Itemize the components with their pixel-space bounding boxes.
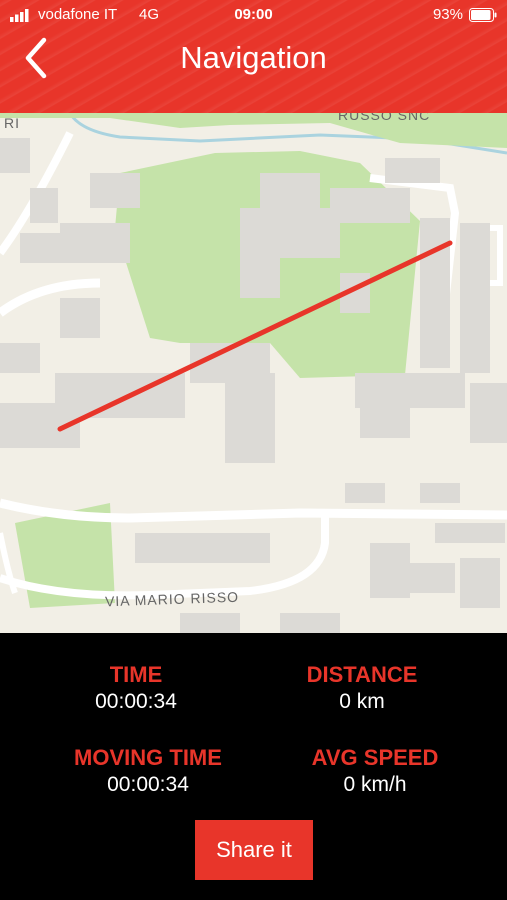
route-map[interactable]: RI RUSSO SNC VIA MARIO RISSO [0, 113, 507, 633]
stat-avg-speed-label: AVG SPEED [311, 745, 439, 770]
share-button[interactable]: Share it [195, 820, 313, 880]
map-canvas [0, 113, 507, 633]
stat-distance: DISTANCE 0 km [252, 662, 472, 714]
battery-percentage: 93% [432, 6, 463, 23]
stat-time: TIME 00:00:34 [26, 662, 246, 714]
battery-icon [469, 8, 497, 22]
stat-time-label: TIME [109, 662, 163, 687]
stat-avg-speed-value: 0 km/h [343, 773, 407, 796]
stat-distance-value: 0 km [339, 690, 385, 713]
page-title: Navigation [180, 40, 327, 75]
stat-distance-label: DISTANCE [306, 662, 418, 687]
stat-moving-time-value: 00:00:34 [107, 773, 189, 796]
map-label-top-left: RI [4, 115, 20, 131]
status-bar: vodafone IT 4G 09:00 93% [0, 0, 507, 30]
stat-moving-time-label: MOVING TIME [74, 745, 222, 770]
status-time: 09:00 [234, 6, 273, 23]
map-label-top-right: RUSSO SNC [338, 113, 431, 123]
navigation-header: vodafone IT 4G 09:00 93% Navigation [0, 0, 507, 113]
stat-time-value: 00:00:34 [95, 690, 177, 713]
map-park-strip [0, 113, 507, 148]
stat-avg-speed: AVG SPEED 0 km/h [265, 745, 485, 797]
stat-moving-time: MOVING TIME 00:00:34 [38, 745, 258, 797]
